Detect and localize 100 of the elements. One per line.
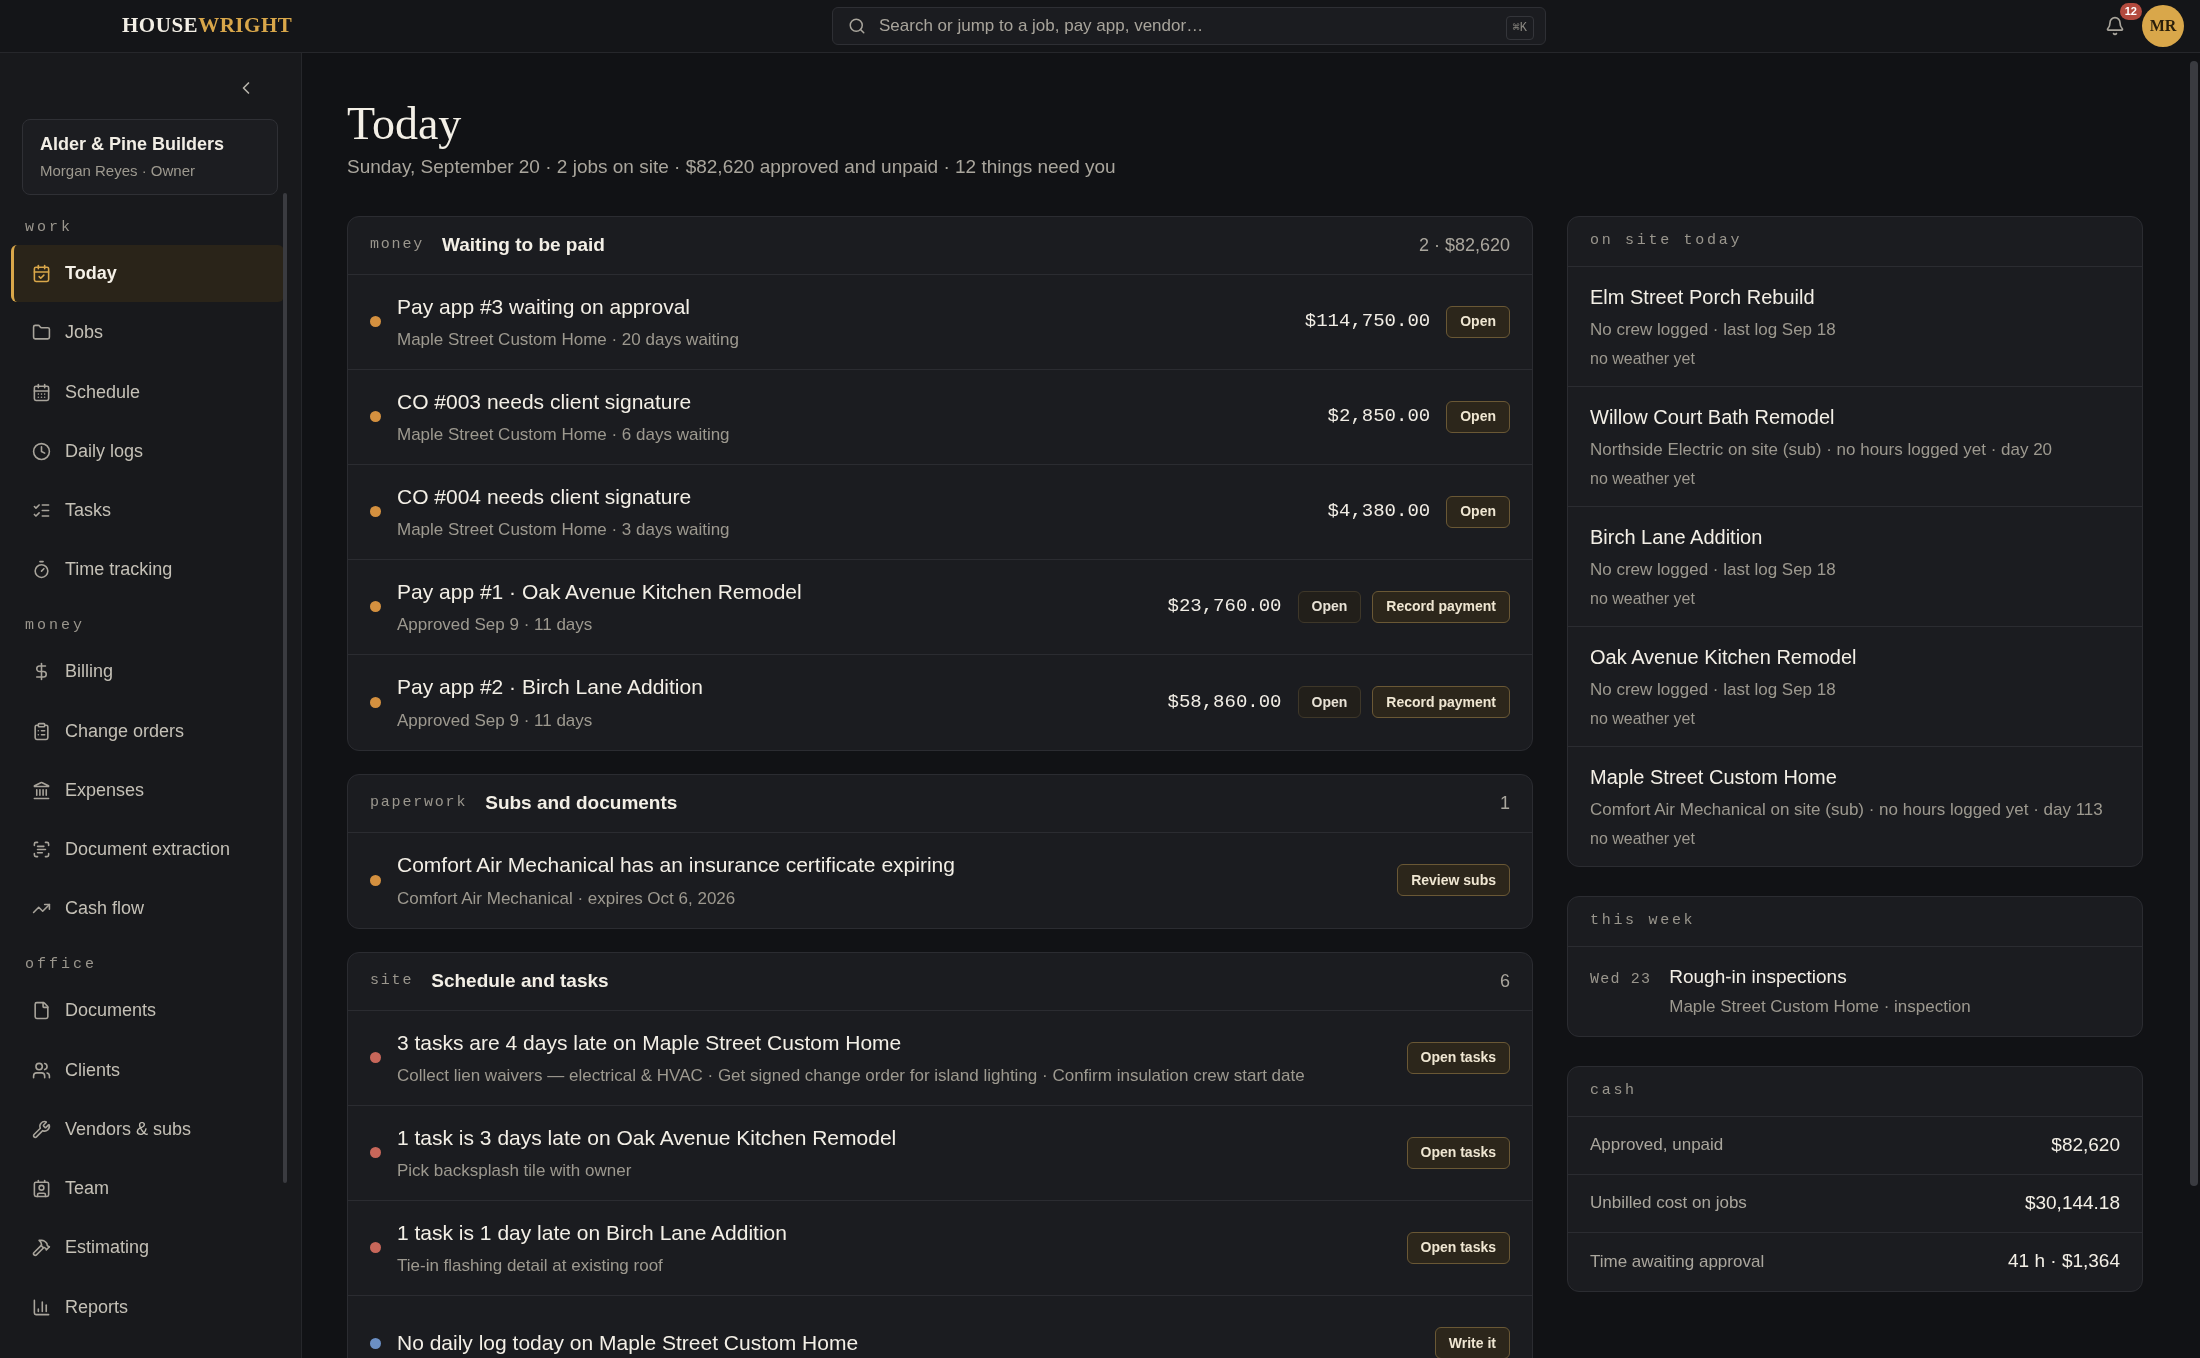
nav-item[interactable]: Vendors & subs xyxy=(11,1100,284,1158)
amount: $114,750.00 xyxy=(1304,309,1431,335)
item-title[interactable]: CO #004 needs client signature xyxy=(397,480,730,512)
nav-item[interactable]: Change orders xyxy=(11,702,284,760)
bar-chart-icon xyxy=(32,1297,51,1317)
nav-item[interactable]: Daily logs xyxy=(11,422,284,480)
nav-item[interactable]: Time tracking xyxy=(11,541,284,599)
item-title[interactable]: 3 tasks are 4 days late on Maple Street Custom Home xyxy=(397,1026,1305,1058)
search-icon xyxy=(848,17,866,35)
item-detail: Tie-in flashing detail at existing roof xyxy=(397,1255,664,1277)
nav-item[interactable]: Jobs xyxy=(11,304,284,362)
section-title: Subs and documents xyxy=(485,790,678,815)
timer-icon xyxy=(32,560,51,580)
cash-value: $82,620 xyxy=(2051,1132,2120,1157)
amount: $4,380.00 xyxy=(1327,499,1431,525)
clipboard-icon xyxy=(32,721,51,741)
section-tag: site xyxy=(370,969,414,993)
section-count: 2 · $82,620 xyxy=(1418,233,1510,257)
event-title[interactable]: Rough-in inspections xyxy=(1669,962,1971,991)
action-button[interactable]: Open xyxy=(1297,686,1362,718)
nav-item[interactable]: Estimating xyxy=(11,1219,284,1277)
section-tag: paperwork xyxy=(370,791,468,815)
nav-item[interactable]: Documents xyxy=(11,982,284,1040)
logo-text: HOUSE xyxy=(122,12,199,40)
nav-item[interactable]: Today xyxy=(11,245,284,302)
card-label: this week xyxy=(1568,896,2142,947)
nav-item[interactable]: Billing xyxy=(11,643,284,701)
item-detail: Comfort Air Mechanical · expires Oct 6, 2026 xyxy=(397,887,737,910)
action-button[interactable]: Open tasks xyxy=(1406,1136,1510,1169)
event-detail: Maple Street Custom Home · inspection xyxy=(1669,996,1971,1018)
section-count: 1 xyxy=(1500,791,1510,815)
cash-label: Unbilled cost on jobs xyxy=(1590,1192,1747,1215)
action-button[interactable]: Open xyxy=(1297,590,1362,623)
clock-icon xyxy=(32,441,51,461)
job-name[interactable]: Elm Street Porch Rebuild xyxy=(1590,281,2120,312)
item-title[interactable]: No daily log today on Maple Street Custom Home xyxy=(397,1327,859,1358)
nav-section-label: money xyxy=(25,615,86,636)
job-detail: No crew logged · last log Sep 18 xyxy=(1590,558,1837,581)
action-button[interactable]: Record payment xyxy=(1372,686,1510,718)
action-button[interactable]: Write it xyxy=(1434,1327,1510,1358)
sidebar-scrollbar[interactable] xyxy=(283,193,287,1183)
scan-document-icon xyxy=(32,840,51,860)
item-title[interactable]: Pay app #3 waiting on approval xyxy=(397,290,740,322)
calendar-icon xyxy=(32,382,51,402)
item-title[interactable]: Comfort Air Mechanical has an insurance certificate expiring xyxy=(397,849,955,881)
item-title[interactable]: Pay app #1 · Oak Avenue Kitchen Remodel xyxy=(397,575,802,607)
nav-item[interactable]: Expenses xyxy=(11,761,284,819)
user-avatar[interactable]: MR xyxy=(2142,5,2184,47)
logo-accent-text: WRIGHT xyxy=(198,12,293,40)
weather-note: no weather yet xyxy=(1590,708,1696,729)
page-title: Today xyxy=(347,97,463,151)
user-role: Morgan Reyes · Owner xyxy=(40,161,197,181)
job-detail: Comfort Air Mechanical on site (sub) · no hours logged yet · day 113 xyxy=(1590,798,2104,821)
page-scrollbar[interactable] xyxy=(2190,61,2198,1186)
item-title[interactable]: Pay app #2 · Birch Lane Addition xyxy=(397,671,703,703)
action-button[interactable]: Open tasks xyxy=(1406,1231,1510,1264)
weather-note: no weather yet xyxy=(1590,468,1696,489)
action-button[interactable]: Open tasks xyxy=(1406,1041,1510,1074)
job-name[interactable]: Birch Lane Addition xyxy=(1590,521,2120,552)
calendar-icon xyxy=(32,264,51,283)
nav-item[interactable]: Schedule xyxy=(11,363,284,421)
item-detail: Collect lien waivers — electrical & HVAC · Get signed change order for island lighting · Confirm insulation crew start date xyxy=(397,1065,1305,1087)
amount: $2,850.00 xyxy=(1327,404,1431,430)
nav-item[interactable]: Team xyxy=(11,1160,284,1218)
nav-item[interactable]: Clients xyxy=(11,1041,284,1099)
item-title[interactable]: 1 task is 1 day late on Birch Lane Addition xyxy=(397,1216,787,1248)
shortcut-key: ⌘K xyxy=(1505,16,1534,40)
item-title[interactable]: CO #003 needs client signature xyxy=(397,385,730,417)
job-name[interactable]: Maple Street Custom Home xyxy=(1590,761,2120,792)
folder-icon xyxy=(32,323,51,343)
company-name: Alder & Pine Builders xyxy=(40,133,226,156)
company-card[interactable]: Alder & Pine Builders Morgan Reyes · Owner xyxy=(22,119,278,195)
action-button[interactable]: Review subs xyxy=(1397,864,1510,896)
nav-item[interactable]: Reports xyxy=(11,1278,284,1336)
weather-note: no weather yet xyxy=(1590,828,1696,849)
card-label: cash xyxy=(1568,1066,2142,1117)
card-label: on site today xyxy=(1568,216,2142,267)
id-card-icon xyxy=(32,1179,51,1199)
job-name[interactable]: Willow Court Bath Remodel xyxy=(1590,401,2120,432)
document-icon xyxy=(32,1001,51,1021)
action-button[interactable]: Open xyxy=(1446,400,1510,433)
action-button[interactable]: Record payment xyxy=(1372,590,1510,623)
cash-value: $30,144.18 xyxy=(2024,1190,2120,1215)
action-button[interactable]: Open xyxy=(1446,305,1510,338)
event-date: Wed 23 xyxy=(1590,969,1652,990)
weather-note: no weather yet xyxy=(1590,588,1696,609)
bank-icon xyxy=(32,780,51,800)
section-count: 6 xyxy=(1500,969,1510,993)
nav-item[interactable]: Tasks xyxy=(11,482,284,540)
cash-label: Approved, unpaid xyxy=(1590,1134,1724,1157)
job-detail: No crew logged · last log Sep 18 xyxy=(1590,678,1837,701)
weather-note: no weather yet xyxy=(1590,348,1696,369)
nav-item[interactable]: Document extraction xyxy=(11,821,284,879)
section-title: Schedule and tasks xyxy=(431,968,609,993)
hammer-icon xyxy=(32,1238,51,1258)
action-button[interactable]: Open xyxy=(1446,495,1510,528)
job-name[interactable]: Oak Avenue Kitchen Remodel xyxy=(1590,641,2120,672)
item-title[interactable]: 1 task is 3 days late on Oak Avenue Kitchen Remodel xyxy=(397,1121,897,1153)
notification-count: 12 xyxy=(2119,3,2142,20)
nav-item[interactable]: Cash flow xyxy=(11,880,284,938)
